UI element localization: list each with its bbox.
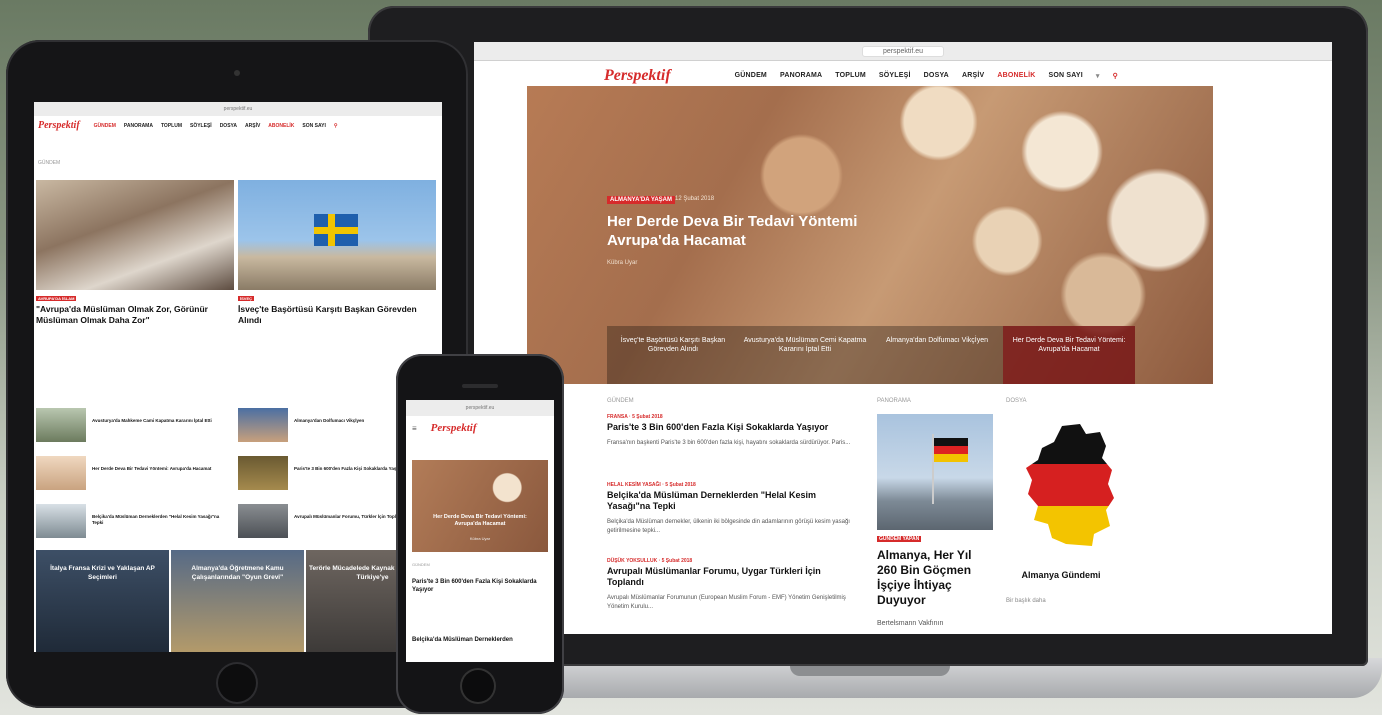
small-left-title[interactable]: Her Derde Deva Bir Tedavi Yöntemi: Avrup… (92, 466, 222, 472)
tablet-menu-item[interactable]: ABONELİK (268, 123, 294, 129)
swedish-flag-icon (314, 214, 358, 246)
phone-url-bar[interactable]: perspektif.eu (406, 400, 554, 416)
tablet-screen: perspektif.eu Perspektif GÜNDEM PANORAMA… (34, 102, 442, 652)
phone-home-button[interactable] (462, 670, 494, 702)
small-left-title[interactable]: Avusturya'da Mahkeme Cami Kapatma Kararı… (92, 418, 222, 424)
panorama-title[interactable]: Almanya, Her Yıl 260 Bin Göçmen İşçiye İ… (877, 548, 993, 608)
small-left-title[interactable]: Belçika'da Müslüman Derneklerden "Helal … (92, 514, 222, 526)
article-category: HELAL KESİM YASAĞI · 5 Şubat 2018 (607, 482, 696, 488)
article-excerpt: Belçika'da Müslüman dernekler, ülkenin i… (607, 519, 850, 534)
tablet-logo[interactable]: Perspektif (38, 120, 80, 131)
phone-hero[interactable]: Her Derde Deva Bir Tedavi Yöntemi: Avrup… (412, 460, 548, 552)
article-title[interactable]: Avrupalı Müslümanlar Forumu, Uygar Türkl… (607, 566, 852, 588)
hero-title[interactable]: Her Derde Deva Bir Tedavi Yöntemi Avrupa… (607, 212, 877, 250)
tablet-menu-item[interactable]: DOSYA (220, 123, 237, 129)
tablet-home-button[interactable] (218, 664, 256, 702)
menu-icon[interactable]: ≡ (412, 424, 417, 433)
small-right-thumb[interactable] (238, 408, 288, 442)
chevron-down-icon[interactable]: ▾ (1096, 72, 1100, 80)
phone-hero-author: Kübra Uyar (469, 536, 491, 541)
phone-screen: perspektif.eu ≡ Perspektif Her Derde Dev… (406, 400, 554, 662)
lead-right-tag[interactable]: İSVEÇ (238, 296, 255, 301)
hero-thumb-strip: İsveç'te Başörtüsü Karşıtı Başkan Görevd… (607, 326, 1135, 384)
german-flag-icon (934, 438, 968, 462)
feature-card[interactable]: İtalya Fransa Krizi ve Yaklaşan AP Seçim… (36, 550, 169, 652)
tablet-menu-item[interactable]: ARŞİV (245, 123, 260, 129)
lead-right-image[interactable] (238, 180, 436, 290)
phone-url: perspektif.eu (465, 405, 495, 411)
tablet-menu-item[interactable]: GÜNDEM (94, 123, 116, 129)
search-icon[interactable]: ⚲ (1113, 72, 1118, 80)
panorama-image[interactable] (877, 414, 993, 530)
panorama-author: Bertelsmann Vakfının (877, 620, 944, 627)
menu-soylesi[interactable]: SÖYLEŞİ (879, 72, 911, 80)
menu-toplum[interactable]: TOPLUM (835, 72, 866, 80)
phone-speaker (462, 384, 498, 388)
tablet-url-bar[interactable]: perspektif.eu (34, 102, 442, 116)
lead-right-title[interactable]: İsveç'te Başörtüsü Karşıtı Başkan Görevd… (238, 304, 428, 326)
menu-gundem[interactable]: GÜNDEM (735, 72, 767, 80)
hero-strip-item[interactable]: Almanya'dan Dolfumacı Vikçİyen (871, 326, 1003, 384)
dossier-title[interactable]: Almanya Gündemi (1006, 570, 1116, 580)
phone-article-title[interactable]: Paris'te 3 Bin 600'den Fazla Kişi Sokakl… (412, 578, 542, 594)
article-item[interactable]: HELAL KESİM YASAĞI · 5 Şubat 2018 Belçik… (607, 482, 852, 536)
menu-panorama[interactable]: PANORAMA (780, 72, 822, 80)
tablet-url: perspektif.eu (223, 106, 253, 112)
small-right-thumb[interactable] (238, 456, 288, 490)
tablet-menu-item[interactable]: PANORAMA (124, 123, 153, 129)
article-excerpt: Avrupalı Müslümanlar Forumunun (European… (607, 595, 846, 610)
laptop-menu: GÜNDEM PANORAMA TOPLUM SÖYLEŞİ DOSYA ARŞ… (735, 72, 1118, 80)
phone-nav: ≡ Perspektif (406, 416, 554, 440)
tablet-menu-item[interactable]: SON SAYI (302, 123, 325, 129)
laptop-browser-bar: perspektif.eu (474, 42, 1332, 61)
hero-strip-item[interactable]: Avusturya'da Müslüman Cemi Kapatma Karar… (739, 326, 871, 384)
section-heading-dosya: DOSYA (1006, 398, 1027, 404)
tablet-menu-item[interactable]: TOPLUM (161, 123, 182, 129)
menu-arsiv[interactable]: ARŞİV (962, 72, 984, 80)
dossier-subtitle: Bir başlık daha (1006, 598, 1046, 604)
menu-abonelik[interactable]: ABONELİK (997, 72, 1035, 80)
article-excerpt: Fransa'nın başkenti Paris'te 3 bin 600'd… (607, 440, 851, 446)
phone-logo[interactable]: Perspektif (431, 422, 477, 434)
menu-dosya[interactable]: DOSYA (924, 72, 949, 80)
article-category: FRANSA · 5 Şubat 2018 (607, 414, 663, 420)
lead-left-image[interactable] (36, 180, 234, 290)
phone-article-title[interactable]: Belçika'da Müslüman Derneklerden (412, 636, 542, 644)
tablet-camera (234, 70, 240, 76)
phone-hero-title[interactable]: Her Derde Deva Bir Tedavi Yöntemi: Avrup… (422, 514, 538, 528)
laptop-url-field[interactable]: perspektif.eu (861, 45, 945, 57)
search-icon[interactable]: ⚲ (334, 123, 338, 129)
laptop-screen: perspektif.eu Perspektif GÜNDEM PANORAMA… (474, 42, 1332, 634)
hero-author: Kübra Uyar (607, 260, 638, 266)
small-left-thumb[interactable] (36, 408, 86, 442)
feature-card[interactable]: Almanya'da Öğretmene Kamu Çalışanlarında… (171, 550, 304, 652)
tablet-section: GÜNDEM (38, 160, 61, 166)
article-item[interactable]: FRANSA · 5 Şubat 2018 Paris'te 3 Bin 600… (607, 414, 852, 448)
article-title[interactable]: Belçika'da Müslüman Derneklerden "Helal … (607, 490, 852, 512)
tablet-nav: Perspektif GÜNDEM PANORAMA TOPLUM SÖYLEŞ… (34, 116, 442, 135)
panorama-tag[interactable]: GÜNDEM YAPAN (877, 536, 922, 542)
phone-section: GÜNDEM (412, 562, 430, 567)
small-left-thumb[interactable] (36, 456, 86, 490)
article-item[interactable]: DÜŞÜK YOKSULLUK · 5 Şubat 2018 Avrupalı … (607, 558, 852, 612)
lead-left-title[interactable]: "Avrupa'da Müslüman Olmak Zor, Görünür M… (36, 304, 234, 326)
hero-strip-item[interactable]: İsveç'te Başörtüsü Karşıtı Başkan Görevd… (607, 326, 739, 384)
germany-map-icon[interactable] (1022, 422, 1122, 548)
article-title[interactable]: Paris'te 3 Bin 600'den Fazla Kişi Sokakl… (607, 422, 852, 433)
hero-slider[interactable]: ALMANYA'DA YAŞAM 12 Şubat 2018 Her Derde… (527, 86, 1213, 384)
menu-son-sayi[interactable]: SON SAYI (1049, 72, 1083, 80)
hero-date: 12 Şubat 2018 (675, 196, 715, 202)
small-left-thumb[interactable] (36, 504, 86, 538)
tablet-menu: GÜNDEM PANORAMA TOPLUM SÖYLEŞİ DOSYA ARŞ… (94, 123, 338, 129)
small-right-thumb[interactable] (238, 504, 288, 538)
tablet-menu-item[interactable]: SÖYLEŞİ (190, 123, 212, 129)
hero-category[interactable]: ALMANYA'DA YAŞAM (607, 196, 675, 204)
section-heading-panorama: PANORAMA (877, 398, 911, 404)
hero-strip-item-active[interactable]: Her Derde Deva Bir Tedavi Yöntemi: Avrup… (1003, 326, 1135, 384)
section-heading-gundem: GÜNDEM (607, 398, 634, 404)
article-category: DÜŞÜK YOKSULLUK · 5 Şubat 2018 (607, 558, 693, 564)
logo[interactable]: Perspektif (604, 67, 671, 85)
lead-left-tag[interactable]: AVRUPA'DA İSLAM (36, 296, 77, 301)
